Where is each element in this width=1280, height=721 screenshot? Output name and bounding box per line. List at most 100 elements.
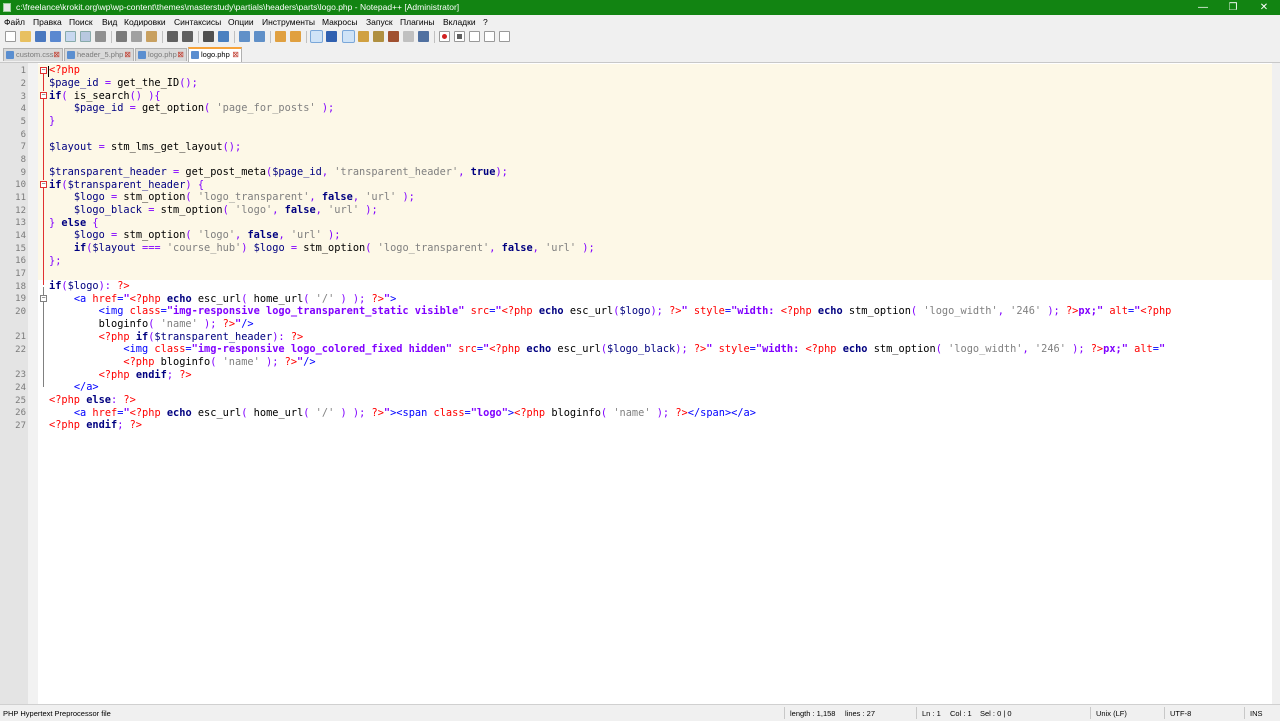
title-bar: c:\freelance\krokit.org\wp\wp-content\th… [0,0,1280,15]
save-macro-icon[interactable] [499,31,510,42]
status-length: length : 1,158 [790,709,836,718]
fold-collapse-icon[interactable]: − [40,295,47,302]
code-line-1[interactable]: <?php [49,64,80,77]
close-all-icon[interactable] [80,31,91,42]
code-line-18[interactable]: if($logo): ?> [49,280,130,293]
menu-edit[interactable]: Правка [33,17,62,27]
code-line-13[interactable]: } else { [49,217,99,230]
sync-horizontal-icon[interactable] [290,31,301,42]
code-line-22-wrap[interactable]: <?php bloginfo( 'name' ); ?>"/> [49,356,315,369]
save-icon[interactable] [35,31,46,42]
code-line-23[interactable]: <?php endif; ?> [49,369,192,382]
status-lines: lines : 27 [845,709,876,718]
open-file-icon[interactable] [20,31,31,42]
code-line-5[interactable]: } [49,115,55,128]
indent-guide-icon[interactable] [342,30,355,43]
status-language: PHP Hypertext Preprocessor file [3,709,111,718]
undo-icon[interactable] [167,31,178,42]
editor-area[interactable]: 1 2 3 4 5 6 7 8 9 10 11 12 13 14 15 16 1… [0,63,1280,704]
copy-icon[interactable] [131,31,142,42]
monitoring-icon[interactable] [418,31,429,42]
sync-vertical-icon[interactable] [275,31,286,42]
code-line-16[interactable]: }; [49,255,61,268]
file-saved-icon [138,51,146,59]
code-line-21[interactable]: <?php if($transparent_header): ?> [49,331,304,344]
show-all-characters-icon[interactable] [326,31,337,42]
new-file-icon[interactable] [5,31,16,42]
menu-settings[interactable]: Опции [228,17,254,27]
playback-macro-icon[interactable] [469,31,480,42]
menu-file[interactable]: Файл [4,17,25,27]
code-line-4[interactable]: $page_id = get_option( 'page_for_posts' … [49,102,334,115]
document-map-icon[interactable] [373,31,384,42]
fold-collapse-icon[interactable]: − [40,92,47,99]
close-window-button[interactable]: ✕ [1249,0,1279,15]
code-line-22[interactable]: <img class="img-responsive logo_colored_… [49,343,1165,356]
tab-logo-php[interactable]: logo.php ⊠ [135,48,187,61]
code-line-20-wrap[interactable]: bloginfo( 'name' ); ?>"/> [49,318,254,331]
close-tab-icon[interactable]: ⊠ [124,49,131,61]
menu-bar: Файл Правка Поиск Вид Кодировки Синтакси… [0,15,1280,29]
code-line-20[interactable]: <img class="img-responsive logo_transpar… [49,305,1172,318]
toolbar [0,29,1280,45]
code-line-15[interactable]: if($layout === 'course_hub') $logo = stm… [49,242,595,255]
tab-logo-php-active[interactable]: logo.php ⊠ [188,47,242,62]
code-line-3[interactable]: if( is_search() ){ [49,90,161,103]
menu-run[interactable]: Запуск [366,17,393,27]
menu-encoding[interactable]: Кодировки [124,17,166,27]
menu-view[interactable]: Вид [102,17,117,27]
close-tab-icon[interactable]: ⊠ [232,49,239,61]
menu-tools[interactable]: Инструменты [262,17,315,27]
folder-as-workspace-icon[interactable] [403,31,414,42]
code-line-2[interactable]: $page_id = get_the_ID(); [49,77,198,90]
print-icon[interactable] [95,31,106,42]
code-line-24[interactable]: </a> [49,381,99,394]
record-macro-icon[interactable] [439,31,450,42]
vertical-scrollbar[interactable] [1272,63,1280,704]
code-line-19[interactable]: <a href="<?php echo esc_url( home_url( '… [49,293,397,306]
user-defined-language-icon[interactable] [358,31,369,42]
code-line-26[interactable]: <a href="<?php echo esc_url( home_url( '… [49,407,756,420]
fold-margin[interactable] [28,63,38,704]
fold-collapse-icon[interactable]: − [40,67,47,74]
save-all-icon[interactable] [50,31,61,42]
cut-icon[interactable] [116,31,127,42]
tab-header-5-php[interactable]: header_5.php ⊠ [64,48,134,61]
menu-window[interactable]: Вкладки [443,17,476,27]
fold-collapse-icon[interactable]: − [40,181,47,188]
menu-macro[interactable]: Макросы [322,17,357,27]
function-list-icon[interactable] [388,31,399,42]
find-icon[interactable] [203,31,214,42]
code-line-11[interactable]: $logo = stm_option( 'logo_transparent', … [49,191,415,204]
close-file-icon[interactable] [65,31,76,42]
code-line-10[interactable]: if($transparent_header) { [49,179,204,192]
paste-icon[interactable] [146,31,157,42]
file-saved-icon [191,51,199,59]
minimize-button[interactable]: — [1188,0,1218,15]
close-tab-icon[interactable]: ⊠ [53,49,60,61]
status-bar: PHP Hypertext Preprocessor file length :… [0,704,1280,721]
code-line-25[interactable]: <?php else: ?> [49,394,136,407]
redo-icon[interactable] [182,31,193,42]
run-macro-multiple-icon[interactable] [484,31,495,42]
close-tab-icon[interactable]: ⊠ [177,49,184,61]
zoom-out-icon[interactable] [254,31,265,42]
zoom-in-icon[interactable] [239,31,250,42]
maximize-button[interactable]: ❐ [1218,0,1248,15]
file-saved-icon [6,51,14,59]
code-line-14[interactable]: $logo = stm_option( 'logo', false, 'url'… [49,229,341,242]
code-line-27[interactable]: <?php endif; ?> [49,419,142,432]
code-line-7[interactable]: $layout = stm_lms_get_layout(); [49,141,241,154]
menu-help[interactable]: ? [483,17,488,27]
menu-plugins[interactable]: Плагины [400,17,434,27]
menu-language[interactable]: Синтаксисы [174,17,221,27]
status-column: Col : 1 [950,709,972,718]
word-wrap-icon[interactable] [310,30,323,43]
replace-icon[interactable] [218,31,229,42]
menu-search[interactable]: Поиск [69,17,93,27]
code-line-12[interactable]: $logo_black = stm_option( 'logo', false,… [49,204,378,217]
stop-recording-icon[interactable] [454,31,465,42]
tab-custom-css[interactable]: custom.css ⊠ [3,48,63,61]
code-line-9[interactable]: $transparent_header = get_post_meta($pag… [49,166,508,179]
status-insert-mode: INS [1250,709,1263,718]
